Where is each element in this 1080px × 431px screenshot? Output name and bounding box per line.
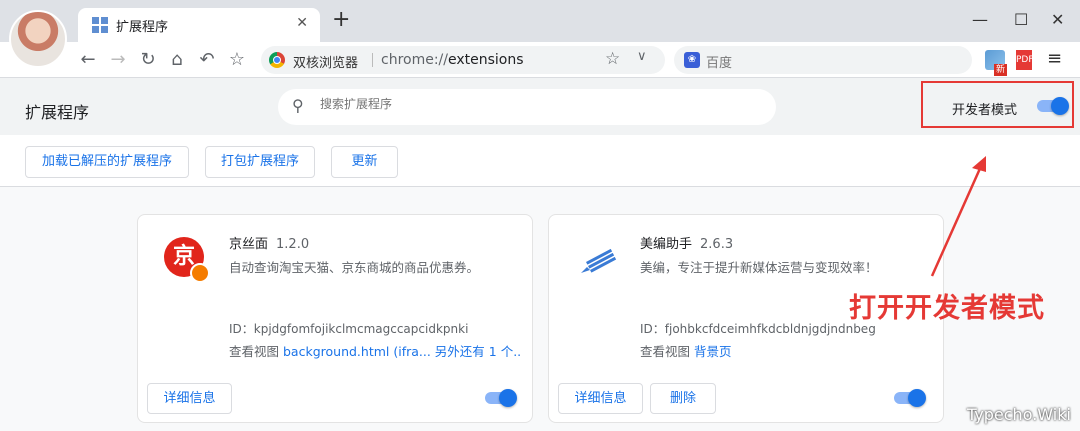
home-icon[interactable]: ⌂ (165, 48, 189, 72)
extension-name: 京丝面 1.2.0 (229, 237, 310, 252)
extension-enable-toggle[interactable] (485, 389, 517, 407)
page-title: 扩展程序 (25, 103, 90, 122)
inspect-views: 查看视图 background.html (ifra... 另外还有 1 个..… (229, 341, 521, 360)
close-window-button[interactable]: ✕ (1051, 10, 1064, 29)
update-button[interactable]: 更新 (331, 146, 398, 178)
chevron-down-icon[interactable]: ∨ (637, 49, 647, 64)
action-bar: 加载已解压的扩展程序 打包扩展程序 更新 (0, 135, 1080, 187)
menu-icon[interactable]: ≡ (1047, 48, 1062, 69)
extensions-header: 扩展程序 ⚲ 开发者模式 (0, 78, 1080, 135)
minimize-button[interactable]: — (972, 10, 988, 29)
site-label: 双核浏览器 (293, 56, 359, 71)
load-unpacked-button[interactable]: 加载已解压的扩展程序 (25, 146, 189, 178)
meibian-pen-icon (581, 248, 617, 273)
maximize-button[interactable]: ☐ (1014, 10, 1028, 29)
annotation-highlight-box (921, 81, 1074, 128)
extension-enable-toggle[interactable] (894, 389, 926, 407)
watermark: Typecho.Wiki (967, 405, 1071, 424)
address-bar[interactable]: 双核浏览器 chrome://extensions ☆ ∨ (261, 46, 665, 74)
profile-avatar[interactable] (9, 10, 67, 68)
extension-description: 自动查询淘宝天猫、京东商城的商品优惠券。 (229, 260, 480, 275)
omnibox-divider (372, 53, 373, 67)
new-badge: 新 (994, 64, 1008, 76)
details-button[interactable]: 详细信息 (558, 383, 643, 414)
tab-extensions[interactable]: 扩展程序 ✕ (78, 8, 320, 42)
tab-close-icon[interactable]: ✕ (296, 15, 308, 31)
tab-title: 扩展程序 (116, 20, 169, 35)
title-bar: 扩展程序 ✕ + — ☐ ✕ (0, 0, 1080, 42)
annotation-arrow (930, 156, 986, 277)
bookmark-page-icon[interactable]: ☆ (605, 49, 620, 69)
back-icon[interactable]: ← (76, 48, 100, 72)
extension-id: ID：kpjdgfomfojikclmcmagccapcidkpnki (229, 322, 469, 336)
bookmark-star-icon[interactable]: ☆ (225, 48, 249, 72)
reload-icon[interactable]: ↻ (136, 48, 160, 72)
pdf-icon[interactable]: PDF (1016, 50, 1034, 70)
search-engine-placeholder: 百度 (706, 56, 733, 71)
search-input[interactable] (320, 97, 760, 111)
pack-extension-button[interactable]: 打包扩展程序 (205, 146, 315, 178)
undo-icon[interactable]: ↶ (195, 48, 219, 72)
extension-description: 美编，专注于提升新媒体运营与变现效率！ (640, 260, 878, 275)
annotation-text: 打开开发者模式 (849, 293, 1045, 324)
browser-toolbar: ← → ↻ ⌂ ↶ ☆ 双核浏览器 chrome://extensions ☆ … (0, 42, 1080, 78)
forward-icon[interactable]: → (106, 48, 130, 72)
extension-name: 美编助手 2.6.3 (640, 237, 734, 252)
new-tab-button[interactable]: + (332, 9, 350, 31)
extension-search: ⚲ (278, 89, 776, 125)
details-button[interactable]: 详细信息 (147, 383, 232, 414)
extension-card-jingsimian: 京 京丝面 1.2.0 自动查询淘宝天猫、京东商城的商品优惠券。 ID：kpjdg… (137, 214, 533, 423)
inspect-views: 查看视图 背景页 (640, 344, 732, 359)
inspect-view-link[interactable]: background.html (ifra... 另外还有 1 个... (283, 344, 521, 359)
baidu-paw-icon: ❀ (684, 52, 700, 68)
remove-button[interactable]: 删除 (650, 383, 716, 414)
extension-id: ID：fjohbkcfdceimhfkdcbldnjgdjndnbeg (640, 322, 876, 336)
chrome-icon (269, 52, 285, 68)
jingsimian-sub-icon (190, 263, 210, 283)
extensions-tab-icon (92, 17, 108, 33)
url-text: chrome://extensions (381, 52, 524, 68)
search-icon: ⚲ (292, 96, 304, 115)
inspect-view-link[interactable]: 背景页 (694, 344, 732, 359)
search-engine-box[interactable]: ❀ 百度 (674, 46, 972, 74)
